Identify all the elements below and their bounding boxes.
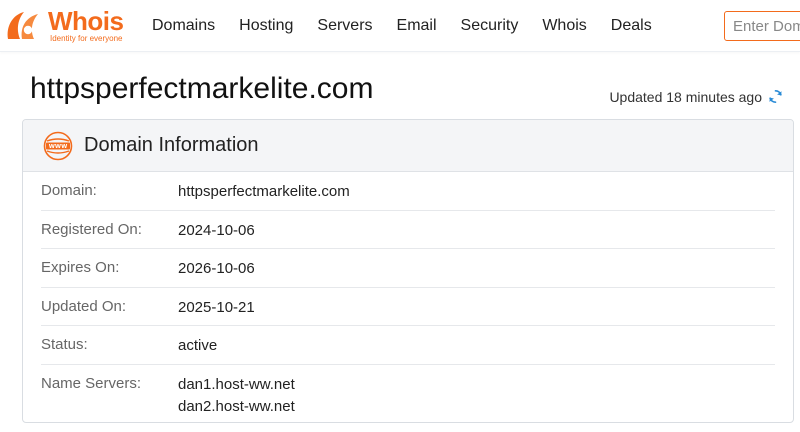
row-label: Status: <box>41 336 88 354</box>
search-input[interactable] <box>724 11 800 41</box>
nav-item-hosting[interactable]: Hosting <box>227 0 305 52</box>
info-row-registered-on: Registered On: 2024-10-06 <box>41 211 775 250</box>
nav-item-whois[interactable]: Whois <box>530 0 598 52</box>
nav-item-deals[interactable]: Deals <box>599 0 664 52</box>
nav-item-security[interactable]: Security <box>449 0 531 52</box>
name-server: dan2.host-ww.net <box>178 397 295 415</box>
updated-text: Updated 18 minutes ago <box>609 88 762 105</box>
nav-item-email[interactable]: Email <box>385 0 449 52</box>
row-value: 2026-10-06 <box>178 260 255 278</box>
name-server-list: dan1.host-ww.net dan2.host-ww.net <box>178 374 295 418</box>
brand-name: Whois <box>48 6 124 36</box>
row-label: Name Servers: <box>41 374 142 392</box>
card-header: WWW Domain Information <box>23 120 793 172</box>
main-nav: Domains Hosting Servers Email Security W… <box>140 0 664 52</box>
name-server: dan1.host-ww.net <box>178 375 295 393</box>
row-label: Registered On: <box>41 220 142 238</box>
info-row-domain: Domain: httpsperfectmarkelite.com <box>41 172 775 211</box>
row-label: Expires On: <box>41 259 120 277</box>
info-row-expires-on: Expires On: 2026-10-06 <box>41 249 775 288</box>
row-value: 2024-10-06 <box>178 221 255 239</box>
info-row-status: Status: active <box>41 326 775 365</box>
brand-tagline: Identity for everyone <box>50 34 123 43</box>
refresh-icon[interactable] <box>767 88 784 105</box>
page-title: httpsperfectmarkelite.com <box>30 72 374 105</box>
row-label: Updated On: <box>41 297 127 315</box>
domain-information-card: WWW Domain Information Domain: httpsperf… <box>22 119 794 423</box>
row-value: 2025-10-21 <box>178 298 255 316</box>
www-icon: WWW <box>43 131 73 160</box>
svg-text:WWW: WWW <box>49 144 68 150</box>
info-row-name-servers: Name Servers: dan1.host-ww.net dan2.host… <box>41 365 775 418</box>
row-value: active <box>178 337 218 355</box>
row-label: Domain: <box>41 182 97 199</box>
whois-logo[interactable]: Whois Identity for everyone <box>4 6 134 46</box>
whois-logo-icon <box>7 12 38 39</box>
top-navbar: Whois Identity for everyone Domains Host… <box>0 0 800 52</box>
row-value: httpsperfectmarkelite.com <box>178 183 350 200</box>
info-row-updated-on: Updated On: 2025-10-21 <box>41 288 775 327</box>
card-title: Domain Information <box>84 134 259 156</box>
nav-item-servers[interactable]: Servers <box>305 0 384 52</box>
nav-item-domains[interactable]: Domains <box>140 0 227 52</box>
domain-info-list: Domain: httpsperfectmarkelite.com Regist… <box>23 172 793 418</box>
updated-status: Updated 18 minutes ago <box>609 88 784 105</box>
